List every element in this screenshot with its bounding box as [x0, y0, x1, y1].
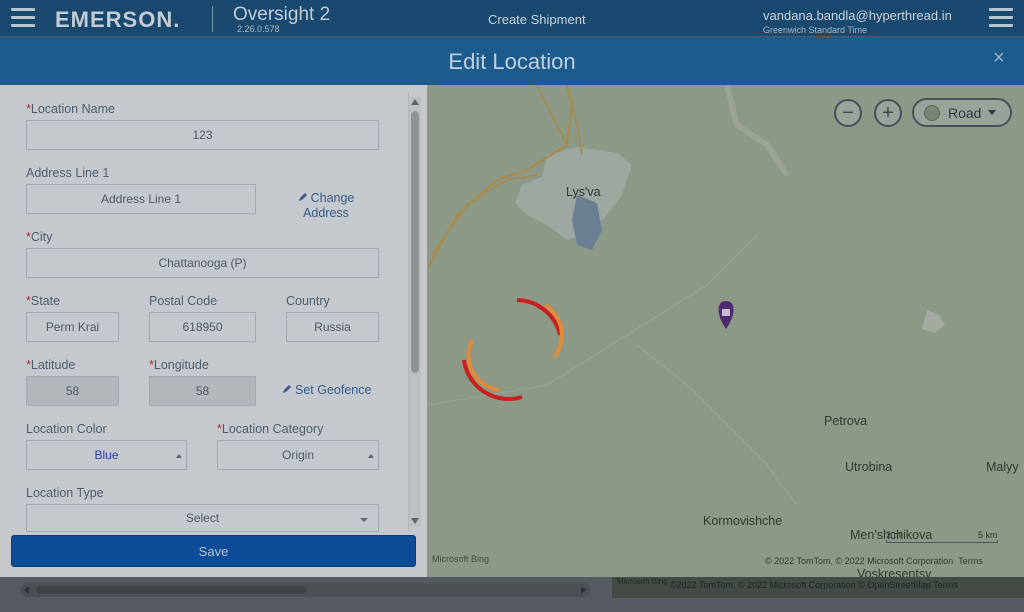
background-map-copyright: ©2022 TomTom, © 2022 Microsoft Corporati… — [670, 580, 958, 590]
map-scale-mi: 2 mi — [886, 530, 904, 540]
latitude-label: *Latitude — [26, 358, 76, 372]
hamburger-menu-icon[interactable] — [11, 8, 35, 28]
user-email[interactable]: vandana.bandla@hyperthread.in — [763, 8, 952, 23]
scroll-right-icon[interactable] — [581, 586, 586, 594]
user-timezone: Greenwich Standard Time — [763, 25, 868, 35]
address-line-1-label: Address Line 1 — [26, 166, 110, 180]
place-label-malyy: Malyy — [986, 460, 1019, 474]
place-label-voskresentsy: Voskresentsy — [857, 567, 932, 577]
location-category-select[interactable]: Origin — [217, 440, 379, 470]
map-style-button[interactable]: Road — [912, 98, 1012, 127]
pencil-icon — [283, 385, 291, 393]
hamburger-menu-icon[interactable] — [989, 8, 1013, 28]
change-address-link[interactable]: Change Address — [297, 191, 355, 221]
place-label-kormovishche: Kormovishche — [703, 514, 783, 528]
bing-logo: Microsoft Bing — [432, 554, 490, 564]
app-version: 2.26.0.578 — [237, 24, 280, 34]
longitude-label: *Longitude — [149, 358, 209, 372]
app-name: Oversight 2 — [233, 4, 331, 25]
chevron-down-icon — [360, 518, 368, 522]
scroll-left-icon[interactable] — [24, 586, 29, 594]
app-header: EMERSON. Oversight 2 2.26.0.578 Create S… — [0, 0, 1024, 36]
longitude-input[interactable]: 58 — [149, 376, 256, 406]
caret-down-icon — [988, 110, 997, 115]
country-label: Country — [286, 294, 330, 308]
map-terms-link[interactable]: Terms — [958, 556, 983, 566]
close-icon[interactable]: × — [993, 47, 1005, 70]
map-copyright: © 2022 TomTom, © 2022 Microsoft Corporat… — [765, 556, 983, 566]
form-scrollbar[interactable] — [409, 97, 421, 527]
caret-up-icon — [368, 454, 374, 458]
country-input[interactable]: Russia — [286, 312, 379, 342]
location-name-input[interactable]: 123 — [26, 120, 379, 150]
postal-code-label: Postal Code — [149, 294, 218, 308]
map-scale-bar — [886, 540, 998, 543]
city-input[interactable]: Chattanooga (P) — [26, 248, 379, 278]
create-shipment-link[interactable]: Create Shipment — [488, 12, 586, 27]
location-type-select[interactable]: Select — [26, 504, 379, 532]
state-label: *State — [26, 294, 61, 308]
scroll-up-icon[interactable] — [411, 99, 419, 105]
modal-header: Edit Location × — [0, 37, 1024, 85]
city-label: *City — [26, 230, 53, 244]
zoom-in-button[interactable]: + — [874, 99, 902, 127]
address-line-1-input[interactable]: Address Line 1 — [26, 184, 256, 214]
latitude-input[interactable]: 58 — [26, 376, 119, 406]
location-color-select[interactable]: Blue — [26, 440, 187, 470]
state-input[interactable]: Perm Krai — [26, 312, 119, 342]
place-label-petrova: Petrova — [824, 414, 868, 428]
logo-divider — [212, 6, 213, 32]
map-view[interactable]: Lys'va Petrova Utrobina Malyy Kormovishc… — [427, 85, 1024, 577]
background-horizontal-scrollbar[interactable] — [20, 583, 590, 597]
background-bing-logo: Microsoft Bing — [617, 577, 668, 586]
scrollbar-thumb[interactable] — [411, 111, 419, 373]
road-icon — [924, 104, 940, 121]
scroll-down-icon[interactable] — [411, 518, 419, 524]
save-button[interactable]: Save — [11, 535, 416, 567]
location-category-label: *Location Category — [217, 422, 324, 436]
emerson-logo: EMERSON. — [55, 7, 181, 32]
postal-code-input[interactable]: 618950 — [149, 312, 256, 342]
set-geofence-link[interactable]: Set Geofence — [282, 383, 371, 398]
caret-up-icon — [176, 454, 182, 458]
edit-location-form: *Location Name 123 Address Line 1 Addres… — [0, 85, 427, 577]
scrollbar-thumb[interactable] — [36, 586, 306, 594]
place-label-lysva: Lys'va — [566, 185, 601, 199]
location-color-label: Location Color — [26, 422, 107, 436]
location-type-label: Location Type — [26, 486, 104, 500]
place-label-utrobina: Utrobina — [845, 460, 893, 474]
modal-title: Edit Location — [448, 49, 576, 74]
location-name-label: *Location Name — [26, 102, 115, 116]
map-scale-km: 5 km — [978, 530, 998, 540]
pencil-icon — [298, 193, 307, 201]
map-background — [427, 85, 945, 506]
zoom-out-button[interactable]: − — [834, 99, 862, 127]
